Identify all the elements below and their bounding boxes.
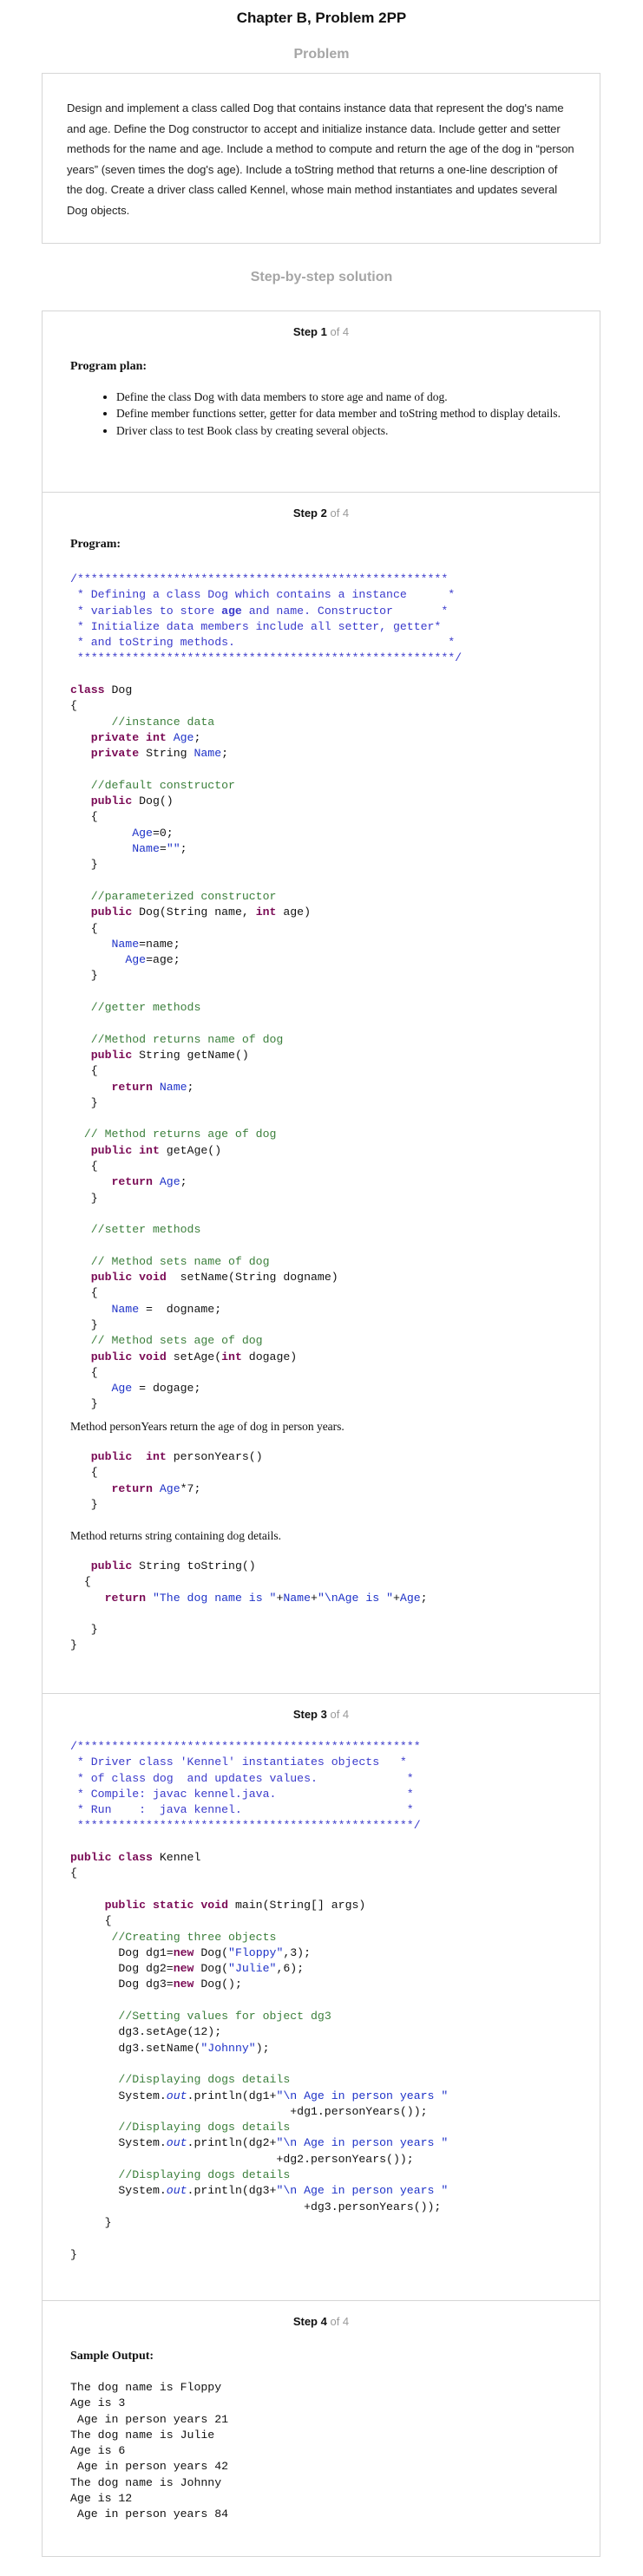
step-4-number: Step 4 — [292, 2315, 327, 2328]
plan-item: Define the class Dog with data members t… — [116, 389, 568, 405]
step-2-number: Step 2 — [292, 507, 327, 520]
step-2-of: of 4 — [330, 507, 350, 520]
plan-item: Driver class to test Book class by creat… — [116, 423, 568, 439]
plan-list: Define the class Dog with data members t… — [90, 389, 568, 440]
step-1-panel: Step 1 of 4 Program plan: Define the cla… — [42, 311, 600, 493]
step-4-panel: Step 4 of 4 Sample Output: The dog name … — [42, 2301, 600, 2557]
step-3-of: of 4 — [330, 1708, 350, 1721]
step-1-of: of 4 — [330, 325, 350, 338]
problem-label: Problem — [293, 47, 350, 62]
program-heading: Program: — [70, 538, 121, 551]
sample-output: The dog name is Floppy Age is 3 Age in p… — [70, 2381, 229, 2521]
problem-box: Design and implement a class called Dog … — [42, 73, 600, 244]
solution-page: Chapter B, Problem 2PP Problem Design an… — [0, 0, 643, 2576]
solution-label: Step-by-step solution — [250, 270, 393, 284]
step-3-title: Step 3 of 4 — [43, 1708, 600, 1721]
step-1-number: Step 1 — [292, 325, 327, 338]
plan-item: Define member functions setter, getter f… — [116, 406, 568, 422]
step-4-of: of 4 — [330, 2315, 350, 2328]
kennel-class-code: /***************************************… — [70, 1740, 449, 2261]
dog-class-code: /***************************************… — [70, 572, 463, 1411]
step-2-panel: Step 2 of 4 Program: /******************… — [42, 493, 600, 1694]
person-years-code: public int personYears() { return Age*7;… — [90, 1450, 263, 1511]
page-title: Chapter B, Problem 2PP — [236, 10, 407, 26]
tostring-code: public String toString() { return "The d… — [70, 1559, 428, 1652]
step-3-panel: Step 3 of 4 /***************************… — [42, 1694, 600, 2301]
sample-output-heading: Sample Output: — [70, 2350, 154, 2363]
program-plan-heading: Program plan: — [70, 360, 148, 373]
person-years-note: Method personYears return the age of dog… — [70, 1420, 344, 1433]
step-3-number: Step 3 — [292, 1708, 327, 1721]
tostring-note: Method returns string containing dog det… — [70, 1529, 281, 1542]
step-4-title: Step 4 of 4 — [43, 2315, 600, 2328]
step-2-title: Step 2 of 4 — [43, 507, 600, 520]
step-1-title: Step 1 of 4 — [43, 325, 600, 338]
problem-statement: Design and implement a class called Dog … — [67, 101, 574, 217]
